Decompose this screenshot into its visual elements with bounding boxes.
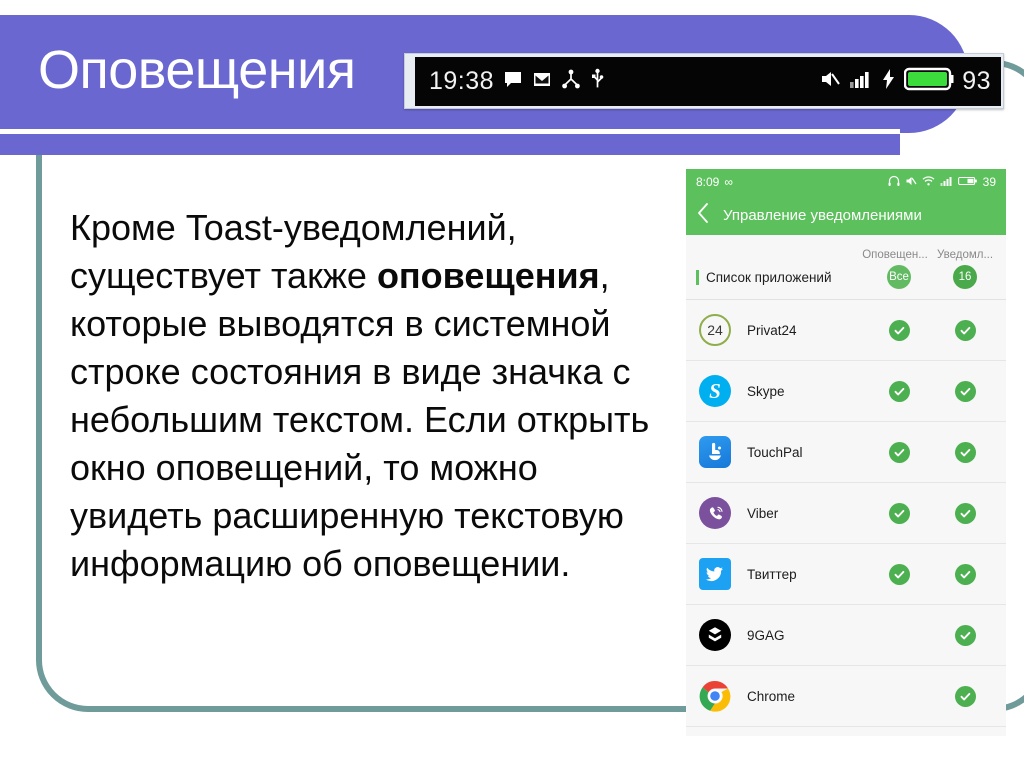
battery-icon [957,175,978,190]
message-icon [503,69,523,94]
checkmark-icon[interactable] [954,441,976,463]
notifications-toggle-cell[interactable] [932,380,998,402]
signal-icon [940,175,953,190]
phone-status-right: 39 [888,175,996,190]
notifications-toggle-cell[interactable] [932,563,998,585]
checkmark-icon[interactable] [954,624,976,646]
checkmark-icon[interactable] [954,380,976,402]
twitter-icon [699,558,731,590]
app-name: TouchPal [747,444,803,460]
column-headers: Оповещен... Уведомл... [686,235,1006,263]
infinity-icon: ∞ [724,175,733,189]
title-banner-underline [0,129,900,155]
alerts-toggle-cell[interactable] [866,441,932,463]
green-accent-bar [696,269,699,285]
app-name: Chrome [747,688,796,704]
charging-bolt-icon [881,68,896,95]
alerts-toggle-cell[interactable] [866,319,932,341]
status-bar-right-group: 93 [819,66,991,97]
android-status-bar: 19:38 93 [415,57,1001,106]
slide-body-text: Кроме Toast-уведомлений, существует такж… [70,204,670,588]
app-name: Твиттер [747,566,797,582]
notifications-toggle-cell[interactable] [932,319,998,341]
app-name: Skype [747,383,785,399]
app-row[interactable]: 24 Privat24 [686,300,1006,361]
notifications-toggle-cell[interactable] [932,441,998,463]
share-icon [561,68,581,95]
alerts-toggle-cell[interactable] [866,380,932,402]
app-list-label: Список приложений [706,269,832,285]
privat24-icon: 24 [699,314,731,346]
checkmark-icon[interactable] [888,441,910,463]
app-row[interactable]: Chrome [686,666,1006,727]
touchpal-icon [699,436,731,468]
alerts-toggle-cell[interactable] [866,563,932,585]
notifications-toggle-cell[interactable] [932,624,998,646]
app-list-header-row: Список приложений Все 16 [686,263,1006,300]
checkmark-icon[interactable] [954,502,976,524]
app-name: 9GAG [747,627,785,643]
badge-all[interactable]: Все [887,265,911,289]
phone-app-bar: Управление уведомлениями [686,195,1006,235]
checkmark-icon[interactable] [954,319,976,341]
9gag-icon [699,619,731,651]
battery-percent-label: 93 [962,67,991,95]
phone-status-left: 8:09 ∞ [696,175,888,189]
app-row[interactable]: Viber [686,483,1006,544]
mute-icon [905,175,917,190]
checkmark-icon[interactable] [888,563,910,585]
notifications-toggle-cell[interactable] [932,685,998,707]
app-name: Privat24 [747,322,797,338]
checkmark-icon[interactable] [888,380,910,402]
notifications-toggle-cell[interactable] [932,502,998,524]
checkmark-icon[interactable] [954,563,976,585]
back-chevron-icon[interactable] [696,202,711,229]
mute-icon [819,68,841,95]
phone-clock: 8:09 [696,175,720,189]
statusbar-screenshot: 19:38 93 [404,53,1004,109]
wifi-icon [922,175,935,190]
battery-icon [903,66,954,97]
headphone-icon [888,175,900,190]
skype-icon: S [699,375,731,407]
usb-icon [590,68,605,95]
signal-icon [849,68,873,95]
app-list: 24 Privat24 S Skype TouchPal Viber Твиттер… [686,300,1006,727]
app-row[interactable]: 9GAG [686,605,1006,666]
phone-status-bar: 8:09 ∞ 39 [686,169,1006,195]
phone-screen-title: Управление уведомлениями [723,206,922,224]
alerts-toggle-cell[interactable] [866,502,932,524]
checkmark-icon[interactable] [888,502,910,524]
column-header-alerts: Оповещен... [862,249,928,261]
gmail-icon [532,69,552,94]
page-title: Оповещения [38,40,356,100]
app-row[interactable]: TouchPal [686,422,1006,483]
app-name: Viber [747,505,779,521]
badge-count[interactable]: 16 [953,265,977,289]
phone-screenshot-panel: 8:09 ∞ 39 Управление уведомлениями Опове… [686,169,1006,736]
status-bar-clock: 19:38 [429,67,495,95]
body-bold-term: оповещения [376,255,600,296]
status-bar-left-group: 19:38 [429,67,819,96]
checkmark-icon[interactable] [888,319,910,341]
chrome-icon [699,680,731,712]
body-part-2: , которые выводятся в системной строке с… [70,255,650,584]
app-row[interactable]: S Skype [686,361,1006,422]
column-header-notifications: Уведомл... [936,249,994,261]
viber-icon [699,497,731,529]
checkmark-icon[interactable] [954,685,976,707]
app-row[interactable]: Твиттер [686,544,1006,605]
phone-battery-percent: 39 [982,175,996,189]
